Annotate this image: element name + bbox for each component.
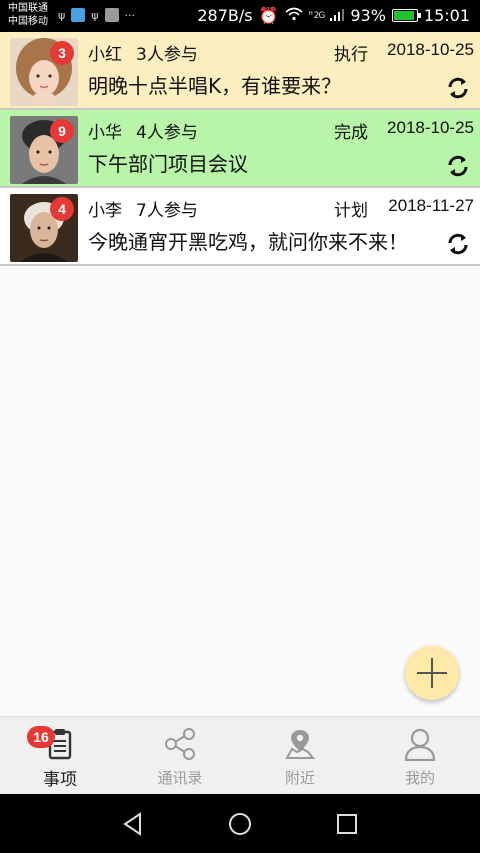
tab-contacts[interactable]: 通讯录 [120, 717, 240, 794]
usb-icon-2: ψ [91, 8, 99, 22]
status-bar: 中国联通 中国移动 ψ ψ ··· 287B/s ⏰ ᴴ 2G 93% 15:0… [0, 0, 480, 32]
share-icon [165, 728, 195, 760]
home-icon[interactable] [227, 811, 253, 837]
list-item[interactable]: 4 小李 7人参与 计划 2018-11-27 今晚通宵开黑吃鸡，就问你来不来！ [0, 188, 480, 266]
task-date: 2018-10-25 [387, 118, 474, 137]
sync-icon[interactable] [444, 74, 472, 102]
usb-icon: ψ [58, 8, 66, 22]
owner-name: 小华 [88, 123, 122, 143]
task-date: 2018-11-27 [388, 196, 474, 215]
battery-percent: 93% [350, 6, 386, 25]
tab-label: 通讯录 [157, 769, 203, 787]
task-title: 今晚通宵开黑吃鸡，就问你来不来！ [88, 230, 408, 254]
task-title: 下午部门项目会议 [88, 152, 248, 176]
app-notification-icon [71, 8, 86, 22]
system-nav-bar [0, 794, 480, 853]
unread-badge: 9 [50, 119, 74, 143]
network-speed: 287B/s [197, 6, 253, 25]
network-type-label: ᴴ 2G [308, 10, 326, 21]
battery-icon [391, 9, 421, 22]
add-task-button[interactable] [405, 646, 459, 700]
task-list: 3 小红 3人参与 执行 2018-10-25 明晚十点半唱K，有谁要来？ 9 … [0, 32, 480, 266]
unread-badge: 4 [50, 197, 74, 221]
map-pin-icon [285, 730, 316, 759]
notification-icons: ψ ψ ··· [58, 8, 135, 22]
clock: 15:01 [423, 6, 470, 25]
participant-count: 3人参与 [136, 45, 198, 65]
carrier-1: 中国联通 [8, 3, 48, 14]
owner-name: 小李 [88, 201, 122, 221]
recents-icon[interactable] [334, 811, 360, 837]
tab-nearby[interactable]: 附近 [240, 717, 360, 794]
back-icon[interactable] [120, 811, 146, 837]
status-right: 287B/s ⏰ ᴴ 2G 93% 15:01 [197, 6, 470, 25]
carrier-names: 中国联通 中国移动 [8, 2, 48, 28]
task-date: 2018-10-25 [387, 40, 474, 59]
task-status: 执行 [334, 45, 368, 65]
bottom-tab-bar: 16 事项 通讯录 附近 我的 [0, 716, 480, 794]
list-item[interactable]: 9 小华 4人参与 完成 2018-10-25 下午部门项目会议 [0, 110, 480, 188]
owner-name: 小红 [88, 45, 122, 65]
battery-fill [393, 11, 414, 20]
sync-icon[interactable] [444, 230, 472, 258]
list-item[interactable]: 3 小红 3人参与 执行 2018-10-25 明晚十点半唱K，有谁要来？ [0, 32, 480, 110]
tab-me[interactable]: 我的 [360, 717, 480, 794]
image-notification-icon [104, 8, 119, 22]
unread-badge: 3 [50, 41, 74, 65]
task-status: 完成 [334, 123, 368, 143]
participant-count: 7人参与 [136, 201, 198, 221]
more-notifications-icon: ··· [124, 8, 136, 22]
participant-count: 4人参与 [136, 123, 198, 143]
tab-label: 附近 [284, 769, 315, 787]
alarm-icon: ⏰ [258, 6, 279, 25]
tab-label: 事项 [43, 770, 77, 790]
tab-tasks[interactable]: 16 事项 [0, 717, 120, 794]
tab-label: 我的 [404, 769, 435, 787]
tasks-count-badge: 16 [27, 726, 55, 748]
task-status: 计划 [334, 201, 368, 221]
carrier-2: 中国移动 [8, 16, 48, 27]
person-icon [404, 728, 436, 761]
sync-icon[interactable] [444, 152, 472, 180]
task-title: 明晚十点半唱K，有谁要来？ [88, 74, 342, 98]
signal-icon [330, 6, 345, 25]
wifi-icon [284, 6, 303, 25]
